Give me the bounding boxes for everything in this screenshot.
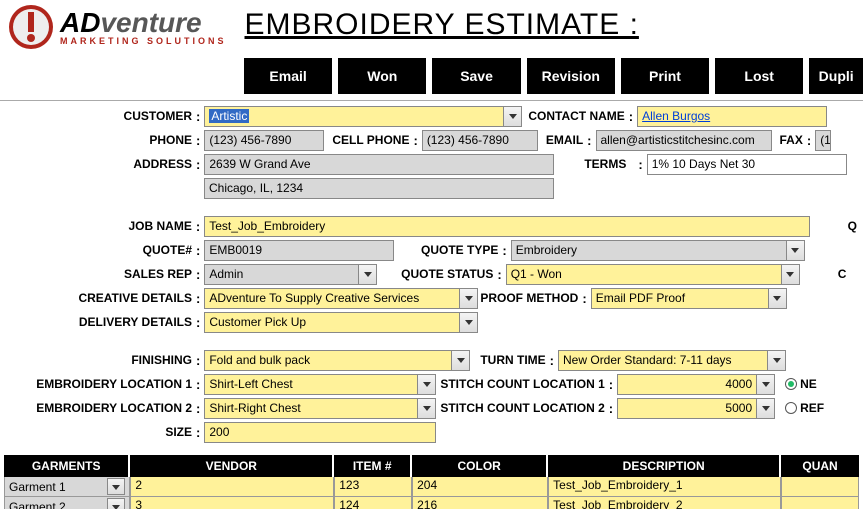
garments-header: GARMENTS VENDOR ITEM # COLOR DESCRIPTION… — [4, 455, 859, 477]
save-button[interactable]: Save — [432, 58, 520, 94]
turn-time-field[interactable]: New Order Standard: 7-11 days — [558, 350, 768, 371]
item-cell[interactable]: 123 — [334, 477, 412, 497]
address2-field[interactable]: Chicago, IL, 1234 — [204, 178, 554, 199]
customer-label: CUSTOMER — [4, 109, 194, 123]
quote-status-field[interactable]: Q1 - Won — [506, 264, 782, 285]
finishing-label: FINISHING — [4, 353, 194, 367]
proof-method-field[interactable]: Email PDF Proof — [591, 288, 769, 309]
quote-num-label: QUOTE# — [4, 243, 194, 257]
col-garments: GARMENTS — [4, 455, 130, 477]
turn-time-dropdown[interactable] — [768, 350, 786, 371]
quan-cell[interactable] — [781, 477, 859, 497]
phone-field[interactable]: (123) 456-7890 — [204, 130, 324, 151]
garment-name-dropdown[interactable] — [107, 498, 125, 509]
col-quan: QUAN — [781, 455, 859, 477]
terms-label: TERMS — [584, 157, 628, 171]
quote-number-field[interactable]: EMB0019 — [204, 240, 394, 261]
app-logo: ADventure MARKETING SOLUTIONS — [8, 4, 227, 50]
contact-name-field[interactable]: Allen Burgos — [637, 106, 827, 127]
customer-select[interactable]: Artistic — [204, 106, 504, 127]
quan-cell[interactable] — [781, 497, 859, 509]
stitch2-field[interactable]: 5000 — [617, 398, 757, 419]
size-label: SIZE — [4, 425, 194, 439]
item-cell[interactable]: 124 — [334, 497, 412, 509]
cell-phone-field[interactable]: (123) 456-7890 — [422, 130, 538, 151]
creative-details-field[interactable]: ADventure To Supply Creative Services — [204, 288, 460, 309]
sales-rep-dropdown[interactable] — [359, 264, 377, 285]
stitch1-label: STITCH COUNT LOCATION 1 — [440, 377, 606, 391]
loc1-field[interactable]: Shirt-Left Chest — [204, 374, 418, 395]
quote-type-label: QUOTE TYPE — [400, 243, 500, 257]
email-button[interactable]: Email — [244, 58, 332, 94]
terms-field[interactable]: 1% 10 Days Net 30 — [647, 154, 847, 175]
side-c-label: C — [838, 267, 849, 281]
address1-field[interactable]: 2639 W Grand Ave — [204, 154, 554, 175]
job-name-label: JOB NAME — [4, 219, 194, 233]
quote-status-label: QUOTE STATUS — [377, 267, 495, 281]
turn-time-label: TURN TIME — [480, 353, 547, 367]
lost-button[interactable]: Lost — [715, 58, 803, 94]
loc1-dropdown[interactable] — [418, 374, 436, 395]
col-desc: DESCRIPTION — [548, 455, 781, 477]
loc1-label: EMBROIDERY LOCATION 1 — [4, 377, 194, 391]
delivery-details-field[interactable]: Customer Pick Up — [204, 312, 460, 333]
garment-row: Garment 1 2 123 204 Test_Job_Embroidery_… — [4, 477, 859, 497]
logo-icon — [8, 4, 54, 50]
col-item: ITEM # — [334, 455, 412, 477]
contact-label: CONTACT NAME — [528, 109, 626, 123]
vendor-cell[interactable]: 3 — [130, 497, 334, 509]
print-button[interactable]: Print — [621, 58, 709, 94]
job-name-field[interactable]: Test_Job_Embroidery — [204, 216, 809, 237]
stitch2-label: STITCH COUNT LOCATION 2 — [440, 401, 606, 415]
side-q-label: Q — [848, 219, 859, 233]
stitch2-dropdown[interactable] — [757, 398, 775, 419]
sales-rep-field[interactable]: Admin — [204, 264, 359, 285]
address-label: ADDRESS — [4, 157, 194, 171]
color-cell[interactable]: 204 — [412, 477, 548, 497]
page-title: EMBROIDERY ESTIMATE : — [245, 8, 639, 42]
delivery-label: DELIVERY DETAILS — [4, 315, 194, 329]
finishing-dropdown[interactable] — [452, 350, 470, 371]
customer-dropdown[interactable] — [504, 106, 522, 127]
quote-type-field[interactable]: Embroidery — [511, 240, 787, 261]
email-field[interactable]: allen@artisticstitchesinc.com — [596, 130, 772, 151]
col-vendor: VENDOR — [130, 455, 334, 477]
loc2-dropdown[interactable] — [418, 398, 436, 419]
garment-name-cell: Garment 2 — [4, 497, 130, 509]
sales-rep-label: SALES REP — [4, 267, 194, 281]
col-color: COLOR — [412, 455, 548, 477]
fax-label: FAX — [780, 133, 805, 147]
size-field[interactable]: 200 — [204, 422, 436, 443]
ref-radio[interactable]: REF — [785, 401, 826, 415]
garment-row: Garment 2 3 124 216 Test_Job_Embroidery_… — [4, 497, 859, 509]
loc2-label: EMBROIDERY LOCATION 2 — [4, 401, 194, 415]
duplicate-button[interactable]: Dupli — [809, 58, 863, 94]
loc2-field[interactable]: Shirt-Right Chest — [204, 398, 418, 419]
finishing-field[interactable]: Fold and bulk pack — [204, 350, 452, 371]
garment-name-dropdown[interactable] — [107, 478, 125, 495]
fax-field[interactable]: (1 — [815, 130, 831, 151]
garment-name-cell: Garment 1 — [4, 477, 130, 497]
won-button[interactable]: Won — [338, 58, 426, 94]
desc-cell[interactable]: Test_Job_Embroidery_1 — [548, 477, 781, 497]
ne-radio[interactable]: NE — [785, 377, 819, 391]
stitch1-dropdown[interactable] — [757, 374, 775, 395]
delivery-dropdown[interactable] — [460, 312, 478, 333]
proof-label: PROOF METHOD — [480, 291, 580, 305]
quote-status-dropdown[interactable] — [782, 264, 800, 285]
desc-cell[interactable]: Test_Job_Embroidery_2 — [548, 497, 781, 509]
revision-button[interactable]: Revision — [527, 58, 615, 94]
color-cell[interactable]: 216 — [412, 497, 548, 509]
proof-dropdown[interactable] — [769, 288, 787, 309]
cell-label: CELL PHONE — [332, 133, 411, 147]
creative-dropdown[interactable] — [460, 288, 478, 309]
phone-label: PHONE — [4, 133, 194, 147]
creative-label: CREATIVE DETAILS — [4, 291, 194, 305]
stitch1-field[interactable]: 4000 — [617, 374, 757, 395]
quote-type-dropdown[interactable] — [787, 240, 805, 261]
action-toolbar: Email Won Save Revision Print Lost Dupli — [244, 58, 863, 94]
email-label: EMAIL — [546, 133, 585, 147]
vendor-cell[interactable]: 2 — [130, 477, 334, 497]
